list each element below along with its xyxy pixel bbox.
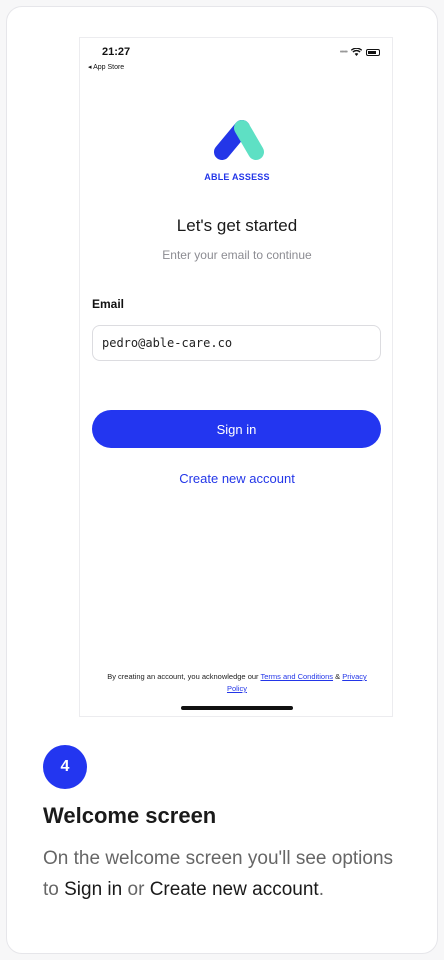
step-number-badge: 4: [43, 745, 87, 789]
desc-text-3: .: [318, 879, 324, 900]
brand-wordmark: ABLE ASSESS: [204, 172, 270, 182]
battery-icon: [366, 48, 380, 56]
desc-sign-in: Sign in: [64, 879, 123, 900]
page-subtitle: Enter your email to continue: [162, 248, 312, 262]
desc-create-account: Create new account: [149, 879, 319, 900]
page-title: Let's get started: [176, 216, 298, 235]
sign-in-button[interactable]: Sign in: [92, 410, 381, 448]
legal-amp: &: [333, 672, 343, 681]
step-title: Welcome screen: [43, 803, 217, 828]
email-label: Email: [92, 297, 125, 311]
legal-prefix: By creating an account, you acknowledge …: [107, 672, 261, 681]
step-card: 21:27 ◂ App Store ••••• ABLE ASSESS Let'…: [6, 6, 438, 954]
terms-link[interactable]: Terms and Conditions: [260, 672, 333, 681]
desc-text-2: or: [122, 879, 150, 900]
status-time: 21:27: [102, 46, 131, 58]
wifi-icon: [351, 48, 362, 56]
status-icons: •••••: [340, 48, 380, 56]
phone-screenshot: 21:27 ◂ App Store ••••• ABLE ASSESS Let'…: [79, 37, 393, 717]
legal-notice: By creating an account, you acknowledge …: [100, 671, 374, 695]
able-assess-logo-icon: [214, 120, 264, 160]
back-to-app-store-link[interactable]: ◂ App Store: [88, 63, 124, 71]
home-indicator: [181, 706, 293, 710]
email-field[interactable]: [92, 325, 381, 361]
create-account-link[interactable]: Create new account: [80, 471, 392, 486]
step-description: On the welcome screen you'll see options…: [43, 843, 413, 905]
signal-icon: •••••: [339, 48, 348, 56]
